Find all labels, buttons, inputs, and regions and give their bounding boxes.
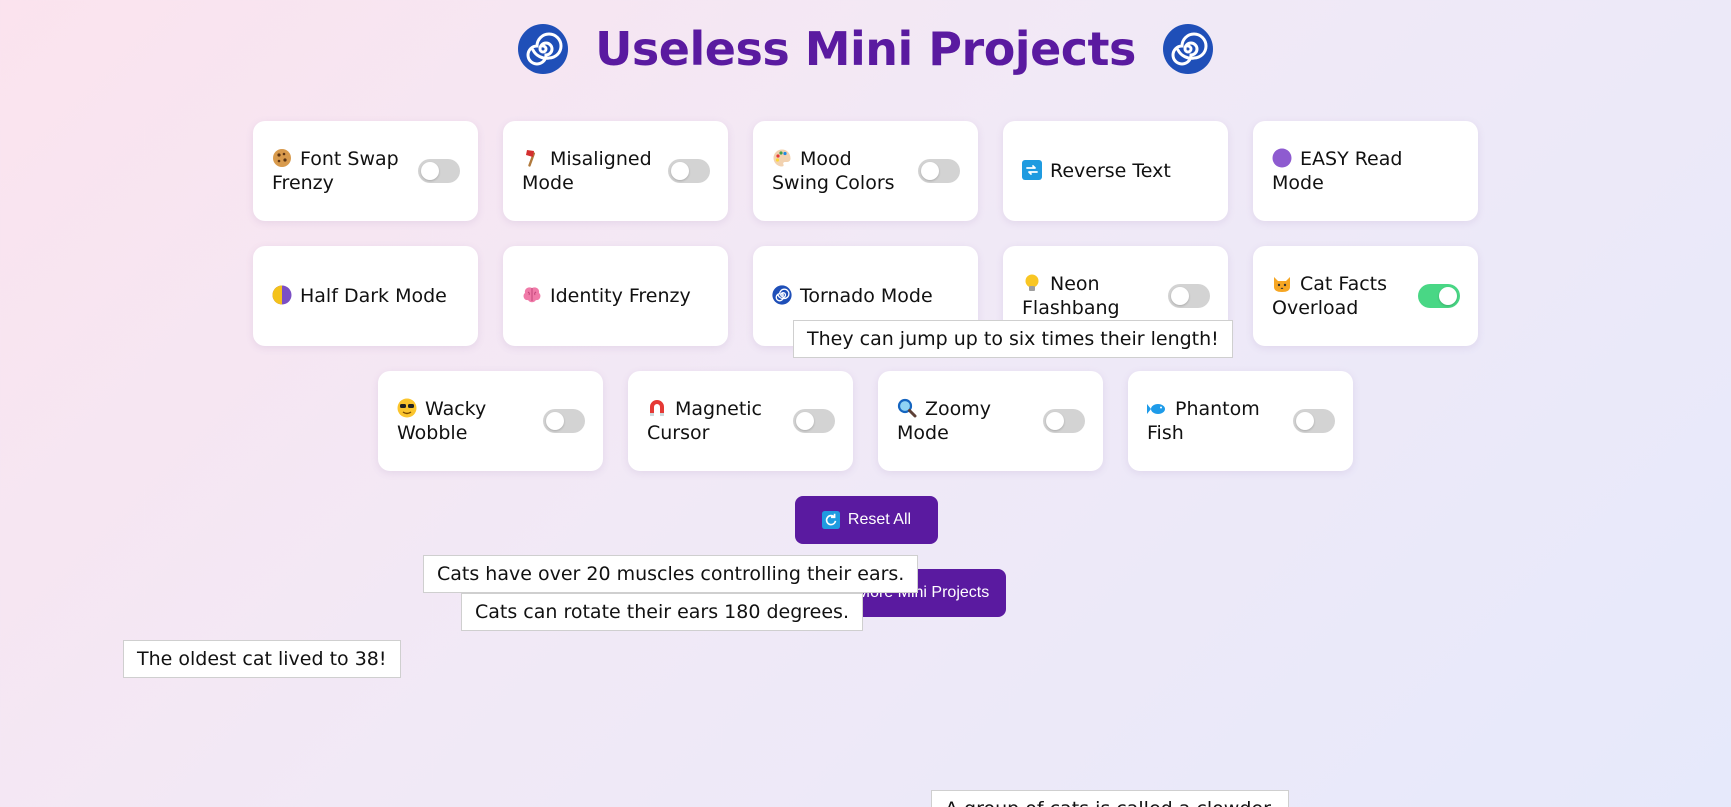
magnifier-icon: [897, 398, 917, 418]
refresh-icon: [821, 511, 840, 529]
page-header: Useless Mini Projects: [0, 22, 1731, 76]
lightbulb-icon: [1025, 274, 1039, 291]
axe-icon: [526, 150, 536, 167]
toggle-switch[interactable]: [543, 409, 585, 433]
card-phantom-fish[interactable]: Phantom Fish: [1128, 371, 1353, 471]
toggle-switch[interactable]: [1293, 409, 1335, 433]
card-label: Reverse Text: [1050, 160, 1171, 182]
card-label: Identity Frenzy: [550, 285, 691, 307]
page-title: Useless Mini Projects: [595, 22, 1136, 76]
card-misaligned-mode[interactable]: Misaligned Mode: [503, 121, 728, 221]
toggle-switch[interactable]: [918, 159, 960, 183]
reset-all-button[interactable]: Reset All: [795, 496, 938, 544]
repeat-icon: [1022, 160, 1042, 180]
toggle-switch[interactable]: [793, 409, 835, 433]
card-wacky-wobble[interactable]: Wacky Wobble: [378, 371, 603, 471]
sunglasses-face-icon: [397, 398, 417, 418]
toggle-switch[interactable]: [668, 159, 710, 183]
card-zoomy-mode[interactable]: Zoomy Mode: [878, 371, 1103, 471]
card-row: Font Swap Frenzy Misaligned Mode Mood Sw…: [0, 121, 1731, 221]
palette-icon: [773, 149, 791, 167]
fish-icon: [1147, 404, 1165, 414]
card-half-dark-mode[interactable]: Half Dark Mode: [253, 246, 478, 346]
half-moon-icon: [272, 285, 292, 305]
card-easy-read-mode[interactable]: EASY Read Mode: [1253, 121, 1478, 221]
card-cat-facts-overload[interactable]: Cat Facts Overload: [1253, 246, 1478, 346]
cookie-icon: [273, 149, 291, 167]
cat-fact-popup: The oldest cat lived to 38!: [123, 640, 401, 678]
cat-icon: [1274, 277, 1290, 292]
cyclone-icon: [518, 24, 569, 74]
card-magnetic-cursor[interactable]: Magnetic Cursor: [628, 371, 853, 471]
magnet-icon: [650, 400, 664, 416]
toggle-switch[interactable]: [418, 159, 460, 183]
purple-circle-icon: [1272, 148, 1292, 168]
cyclone-icon: [1162, 24, 1213, 74]
card-font-swap-frenzy[interactable]: Font Swap Frenzy: [253, 121, 478, 221]
toggle-switch[interactable]: [1418, 284, 1460, 308]
toggle-switch[interactable]: [1168, 284, 1210, 308]
cat-fact-popup: Cats have over 20 muscles controlling th…: [423, 555, 919, 593]
card-label: Tornado Mode: [800, 285, 933, 307]
cat-fact-popup: Cats can rotate their ears 180 degrees.: [461, 593, 863, 631]
cat-fact-popup: A group of cats is called a clowder.: [931, 790, 1290, 807]
card-row: Wacky Wobble Magnetic Cursor Zoomy Mode …: [0, 371, 1731, 471]
cyclone-icon: [772, 285, 792, 305]
card-label: Half Dark Mode: [300, 285, 447, 307]
card-mood-swing-colors[interactable]: Mood Swing Colors: [753, 121, 978, 221]
card-identity-frenzy[interactable]: Identity Frenzy: [503, 246, 728, 346]
card-reverse-text[interactable]: Reverse Text: [1003, 121, 1228, 221]
toggle-switch[interactable]: [1043, 409, 1085, 433]
reset-all-label: Reset All: [847, 511, 912, 528]
brain-icon: [523, 287, 541, 303]
cat-fact-popup: They can jump up to six times their leng…: [793, 320, 1233, 358]
